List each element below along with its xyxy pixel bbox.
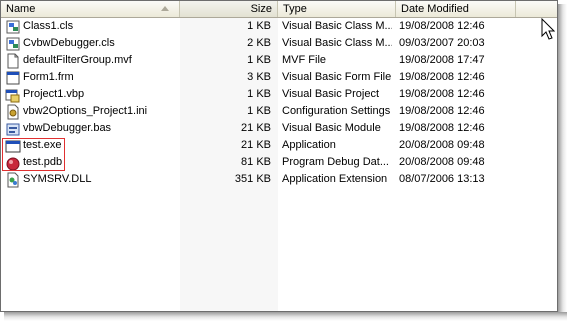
file-row[interactable]: test.pdb 81 KB Program Debug Dat... 20/08/2…	[1, 154, 557, 171]
column-header-filler	[516, 1, 557, 17]
file-date-modified: 19/08/2008 12:46	[399, 88, 485, 100]
file-type: Application	[282, 139, 336, 151]
column-header-type[interactable]: Type	[278, 1, 396, 17]
file-date-modified: 09/03/2007 20:03	[399, 37, 485, 49]
file-size: 2 KB	[247, 37, 271, 49]
file-list: Class1.cls 1 KB Visual Basic Class M... 19/…	[1, 18, 557, 188]
file-type: Program Debug Dat...	[282, 156, 389, 168]
file-name: SYMSRV.DLL	[23, 173, 92, 185]
vb-project-icon	[5, 89, 20, 103]
file-size: 21 KB	[241, 122, 271, 134]
vb-class-icon	[6, 37, 20, 51]
file-type: Visual Basic Form File	[282, 71, 392, 83]
file-date-modified: 19/08/2008 12:46	[399, 20, 485, 32]
file-date-modified: 19/08/2008 12:46	[399, 71, 485, 83]
file-size: 1 KB	[247, 88, 271, 100]
file-name: Project1.vbp	[23, 88, 85, 100]
file-size: 21 KB	[241, 139, 271, 151]
vb-module-icon	[6, 123, 20, 136]
file-date-modified: 19/08/2008 17:47	[399, 54, 485, 66]
annotation-highlight-box	[2, 138, 65, 171]
file-size: 1 KB	[247, 105, 271, 117]
ini-settings-icon	[7, 104, 19, 120]
column-header-name[interactable]: Name	[1, 1, 180, 17]
column-header-name-label: Name	[6, 3, 36, 15]
file-row[interactable]: CvbwDebugger.cls 2 KB Visual Basic Class M…	[1, 35, 557, 52]
window-shadow-bottom	[4, 312, 567, 321]
file-size: 3 KB	[247, 71, 271, 83]
column-header-date[interactable]: Date Modified	[396, 1, 516, 17]
file-type: Visual Basic Class M...	[282, 20, 392, 32]
column-header-type-label: Type	[283, 3, 307, 15]
column-header-size[interactable]: Size	[180, 1, 278, 17]
file-size: 351 KB	[234, 173, 271, 185]
column-header-bar: Name Size Type Date Modified	[1, 1, 557, 18]
file-type: Visual Basic Class M...	[282, 37, 392, 49]
file-type: Visual Basic Project	[282, 88, 380, 100]
mouse-pointer-icon	[541, 18, 555, 40]
file-name: Form1.frm	[23, 71, 74, 83]
file-row[interactable]: vbwDebugger.bas 21 KB Visual Basic Module 1…	[1, 120, 557, 137]
vb-form-icon	[6, 71, 20, 85]
file-date-modified: 20/08/2008 09:48	[399, 156, 485, 168]
file-size: 1 KB	[247, 54, 271, 66]
file-name: Class1.cls	[23, 20, 74, 32]
file-row[interactable]: SYMSRV.DLL 351 KB Application Extension 08/…	[1, 171, 557, 188]
dll-icon	[7, 172, 19, 188]
file-row[interactable]: Class1.cls 1 KB Visual Basic Class M... 19/…	[1, 18, 557, 35]
file-row[interactable]: test.exe 21 KB Application 20/08/2008 09:48	[1, 137, 557, 154]
file-date-modified: 19/08/2008 12:46	[399, 105, 485, 117]
file-name: vbw2Options_Project1.ini	[23, 105, 148, 117]
file-row[interactable]: Form1.frm 3 KB Visual Basic Form File 19/08…	[1, 69, 557, 86]
generic-file-icon	[7, 53, 19, 69]
file-name: defaultFilterGroup.mvf	[23, 54, 132, 66]
file-list-window: Name Size Type Date Modified Class1.cls 1…	[0, 0, 558, 312]
file-name: vbwDebugger.bas	[23, 122, 112, 134]
file-row[interactable]: Project1.vbp 1 KB Visual Basic Project 19/0…	[1, 86, 557, 103]
file-date-modified: 20/08/2008 09:48	[399, 139, 485, 151]
file-type: Application Extension	[282, 173, 388, 185]
column-header-date-label: Date Modified	[401, 3, 469, 15]
vb-class-icon	[6, 20, 20, 34]
file-name: CvbwDebugger.cls	[23, 37, 115, 49]
file-type: MVF File	[282, 54, 326, 66]
file-row[interactable]: vbw2Options_Project1.ini 1 KB Configuratio…	[1, 103, 557, 120]
file-date-modified: 19/08/2008 12:46	[399, 122, 485, 134]
file-date-modified: 08/07/2006 13:13	[399, 173, 485, 185]
window-shadow-right	[558, 4, 567, 316]
column-header-size-label: Size	[250, 3, 272, 15]
file-row[interactable]: defaultFilterGroup.mvf 1 KB MVF File 19/08/…	[1, 52, 557, 69]
file-type: Configuration Settings	[282, 105, 391, 117]
file-size: 81 KB	[241, 156, 271, 168]
file-size: 1 KB	[247, 20, 271, 32]
sort-up-arrow-icon	[161, 6, 169, 11]
file-type: Visual Basic Module	[282, 122, 381, 134]
